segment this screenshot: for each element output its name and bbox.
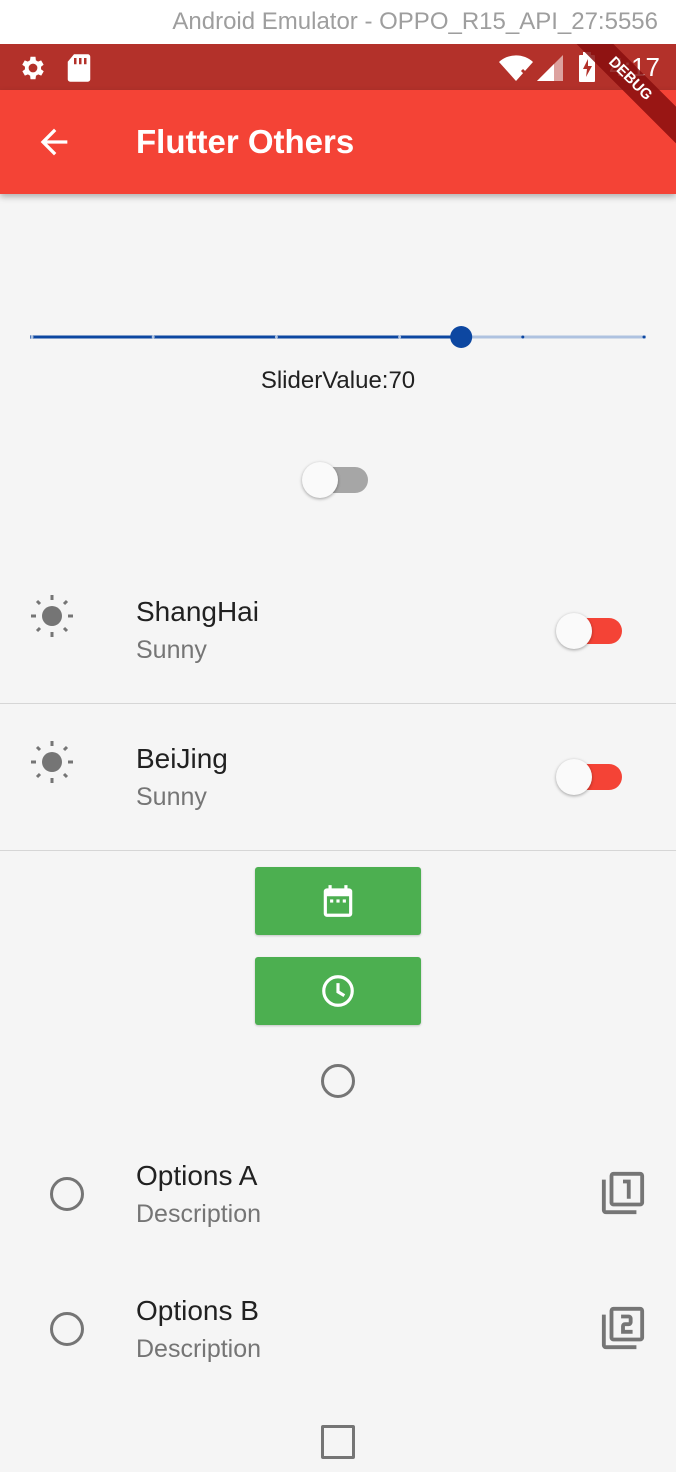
filter-1-icon bbox=[601, 1171, 645, 1215]
slider-tick bbox=[521, 335, 525, 339]
standalone-switch[interactable] bbox=[302, 462, 372, 498]
tile-subtitle: Description bbox=[136, 1335, 262, 1363]
tile-title: ShangHai bbox=[136, 596, 259, 627]
sd-card-icon bbox=[67, 54, 91, 82]
switch-thumb bbox=[556, 613, 592, 649]
sunny-icon bbox=[31, 741, 73, 783]
slider-value-label: SliderValue:70 bbox=[260, 367, 416, 394]
tile-title: Options A bbox=[136, 1160, 258, 1191]
slider-tick bbox=[398, 335, 402, 339]
radio-tile-option-a[interactable]: Options A Description bbox=[0, 1140, 676, 1250]
date-picker-button[interactable] bbox=[255, 867, 421, 935]
slider-tick bbox=[30, 335, 34, 339]
settings-icon bbox=[22, 56, 44, 80]
clock-icon bbox=[322, 975, 354, 1007]
calendar-icon bbox=[323, 885, 353, 917]
back-arrow-icon[interactable] bbox=[34, 122, 74, 162]
slider-tick bbox=[642, 335, 646, 339]
time-picker-button[interactable] bbox=[255, 957, 421, 1025]
list-tile-beijing[interactable]: BeiJing Sunny bbox=[0, 704, 676, 850]
radio-option-b[interactable] bbox=[50, 1312, 84, 1346]
checkbox[interactable] bbox=[321, 1425, 355, 1459]
wifi-off-icon bbox=[499, 55, 533, 81]
list-tile-shanghai[interactable]: ShangHai Sunny bbox=[0, 556, 676, 703]
status-bar: 4:17 bbox=[0, 44, 676, 90]
tile-switch[interactable] bbox=[556, 613, 626, 649]
app-bar: Flutter Others bbox=[0, 90, 676, 194]
slider-tick bbox=[274, 335, 278, 339]
slider-tick bbox=[151, 335, 155, 339]
radio-option-a[interactable] bbox=[50, 1177, 84, 1211]
emulator-title: Android Emulator - OPPO_R15_API_27:5556 bbox=[0, 0, 676, 44]
battery-charging-icon bbox=[579, 52, 595, 82]
status-time: 4:17 bbox=[609, 52, 660, 82]
tile-subtitle: Sunny bbox=[136, 783, 207, 811]
standalone-radio[interactable] bbox=[321, 1064, 355, 1098]
value-slider[interactable] bbox=[30, 322, 646, 352]
tile-title: BeiJing bbox=[136, 743, 228, 774]
signal-icon bbox=[537, 55, 563, 81]
tile-title: Options B bbox=[136, 1295, 259, 1326]
switch-thumb bbox=[556, 759, 592, 795]
tile-subtitle: Description bbox=[136, 1200, 262, 1228]
tile-switch[interactable] bbox=[556, 759, 626, 795]
divider bbox=[0, 850, 676, 851]
page-title: Flutter Others bbox=[136, 123, 355, 160]
slider-graphic[interactable] bbox=[30, 322, 646, 352]
filter-2-icon bbox=[601, 1306, 645, 1350]
tile-subtitle: Sunny bbox=[136, 636, 207, 664]
slider-thumb bbox=[450, 326, 473, 348]
switch-thumb bbox=[302, 462, 338, 498]
sunny-icon bbox=[31, 595, 73, 637]
radio-tile-option-b[interactable]: Options B Description bbox=[0, 1275, 676, 1385]
